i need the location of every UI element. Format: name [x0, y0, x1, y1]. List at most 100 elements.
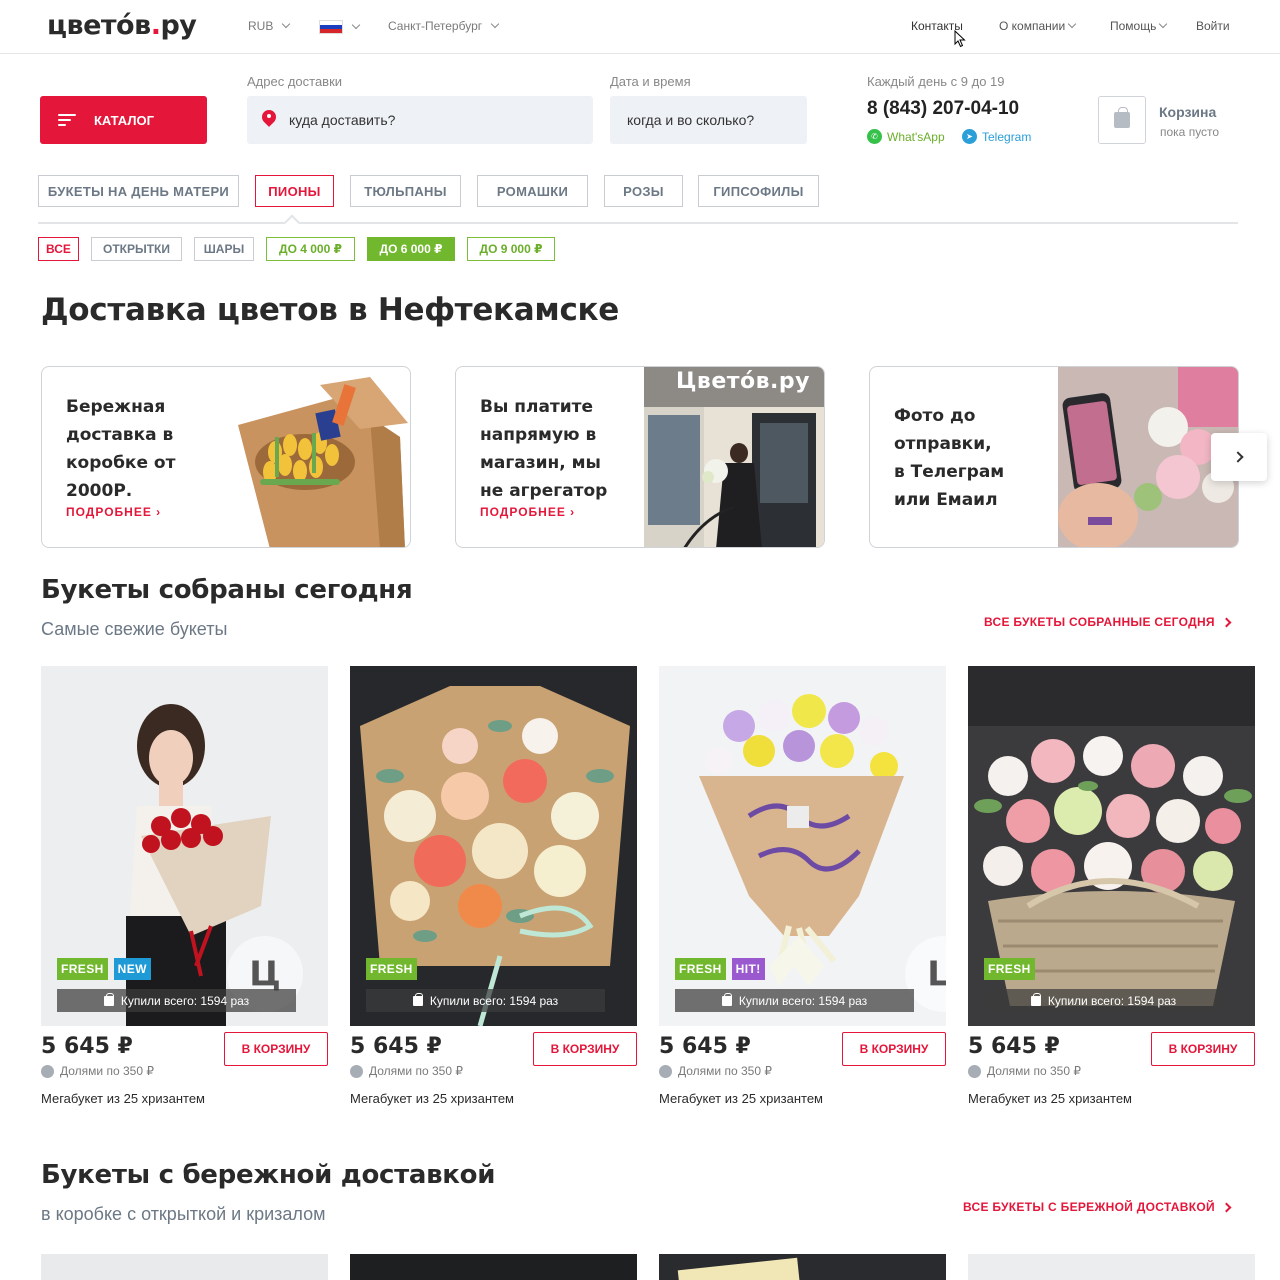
product-card: Ц FRESH HIT! Купили всего: 1594 раз 5 64… [659, 666, 946, 1106]
product-card: FRESH Купили всего: 1594 раз 5 645 ₽ Дол… [968, 666, 1255, 1106]
product-name[interactable]: Мегабукет из 25 хризантем [350, 1091, 514, 1106]
product-price: 5 645 ₽ [41, 1034, 133, 1059]
hit-badge: HIT! [731, 958, 765, 980]
city-label: Санкт-Петербург [388, 19, 483, 33]
carousel-next-button[interactable] [1211, 433, 1267, 481]
more-link[interactable]: ПОДРОБНЕЕ › [480, 505, 575, 519]
add-to-cart-button[interactable]: В КОРЗИНУ [842, 1032, 946, 1066]
product-name[interactable]: Мегабукет из 25 хризантем [968, 1091, 1132, 1106]
product-image[interactable]: Ц FRESH HIT! Купили всего: 1594 раз [659, 666, 946, 1026]
currency-label: RUB [248, 19, 274, 33]
nav-about[interactable]: О компании [999, 19, 1077, 33]
info-card-box-delivery[interactable]: Бережная доставка в коробке от 2000Р. ПОДРО… [41, 366, 411, 548]
all-careful-link[interactable]: ВСЕ БУКЕТЫ С БЕРЕЖНОЙ ДОСТАВКОЙ [963, 1200, 1232, 1214]
filter-under-9000[interactable]: ДО 9 000 ₽ [467, 237, 555, 261]
address-input[interactable]: куда доставить? [247, 96, 593, 144]
add-to-cart-button[interactable]: В КОРЗИНУ [533, 1032, 637, 1066]
chevron-down-icon [1067, 19, 1077, 29]
product-name[interactable]: Мегабукет из 25 хризантем [659, 1091, 823, 1106]
product-price: 5 645 ₽ [968, 1034, 1060, 1059]
purchase-count: Купили всего: 1594 раз [984, 989, 1223, 1012]
catalog-label: КАТАЛОГ [94, 112, 154, 128]
currency-selector[interactable]: RUB [248, 19, 291, 33]
login-link[interactable]: Войти [1196, 19, 1230, 33]
tab-chamomiles[interactable]: РОМАШКИ [477, 175, 588, 207]
installment-icon [968, 1064, 981, 1078]
datetime-input[interactable]: когда и во сколько? [610, 96, 807, 144]
top-bar: цвето́в.ру RUB Санкт-Петербург Контакты … [0, 0, 1280, 54]
phone-number[interactable]: 8 (843) 207-04-10 [867, 98, 1019, 120]
shopping-bag-icon [412, 992, 423, 1006]
tab-peonies[interactable]: ПИОНЫ [255, 175, 334, 207]
filter-under-4000[interactable]: ДО 4 000 ₽ [266, 237, 355, 261]
catalog-button[interactable]: КАТАЛОГ [40, 96, 207, 144]
tab-roses[interactable]: РОЗЫ [604, 175, 683, 207]
mouse-cursor-icon [954, 30, 966, 48]
nav-help[interactable]: Помощь [1110, 19, 1168, 33]
filter-under-6000[interactable]: ДО 6 000 ₽ [367, 237, 455, 261]
chevron-down-icon [490, 19, 500, 29]
cart-status: пока пусто [1160, 125, 1220, 139]
product-image[interactable]: FRESH Купили всего: 1594 раз [350, 666, 637, 1026]
working-hours: Каждый день с 9 до 19 [867, 74, 1005, 89]
cart-title[interactable]: Корзина [1159, 104, 1216, 120]
product-image-partial[interactable] [41, 1254, 328, 1280]
site-logo[interactable]: цвето́в.ру [47, 10, 197, 41]
tab-gypsophila[interactable]: ГИПСОФИЛЫ [698, 175, 819, 207]
info-card-direct-payment[interactable]: Вы платите напрямую в магазин, мы не агрега… [455, 366, 825, 548]
installment-icon [41, 1064, 54, 1078]
filter-all[interactable]: ВСЕ [38, 237, 79, 261]
tab-mothers-day[interactable]: БУКЕТЫ НА ДЕНЬ МАТЕРИ [38, 175, 239, 207]
tab-tulips[interactable]: ТЮЛЬПАНЫ [350, 175, 461, 207]
installment-info: Долями по 350 ₽ [659, 1064, 772, 1078]
whatsapp-link[interactable]: ✆ What'sApp [867, 129, 945, 144]
product-price: 5 645 ₽ [350, 1034, 442, 1059]
badges: FRESH [366, 958, 417, 980]
add-to-cart-button[interactable]: В КОРЗИНУ [224, 1032, 328, 1066]
city-selector[interactable]: Санкт-Петербург [388, 19, 500, 33]
chevron-down-icon [1159, 19, 1168, 29]
badges: FRESH HIT! [675, 958, 765, 980]
product-image[interactable]: Ц FRESH NEW Купили всего: 1594 раз [41, 666, 328, 1026]
badges: FRESH [984, 958, 1035, 980]
installment-info: Долями по 350 ₽ [968, 1064, 1081, 1078]
badges: FRESH NEW [57, 958, 151, 980]
more-link[interactable]: ПОДРОБНЕЕ › [66, 505, 161, 519]
product-name[interactable]: Мегабукет из 25 хризантем [41, 1091, 205, 1106]
installment-info: Долями по 350 ₽ [350, 1064, 463, 1078]
purchase-count: Купили всего: 1594 раз [675, 989, 914, 1012]
nav-help-label: Помощь [1110, 19, 1157, 33]
add-to-cart-button[interactable]: В КОРЗИНУ [1151, 1032, 1255, 1066]
info-card-photo-before-send[interactable]: Фото до отправки, в Телеграм или Емаил [869, 366, 1239, 548]
chevron-right-icon [1231, 451, 1244, 463]
datetime-placeholder: когда и во сколько? [627, 112, 755, 128]
product-image-partial[interactable] [350, 1254, 637, 1280]
flower-box-image [238, 377, 408, 547]
telegram-link[interactable]: ➤ Telegram [962, 129, 1031, 144]
fresh-badge: FRESH [366, 958, 417, 980]
product-image[interactable]: FRESH Купили всего: 1594 раз [968, 666, 1255, 1026]
all-today-link[interactable]: ВСЕ БУКЕТЫ СОБРАННЫЕ СЕГОДНЯ [984, 615, 1232, 629]
chevron-down-icon [282, 19, 291, 29]
product-image-partial[interactable] [659, 1254, 946, 1280]
location-pin-icon [261, 110, 277, 130]
fresh-badge: FRESH [984, 958, 1035, 980]
whatsapp-icon: ✆ [867, 129, 882, 144]
menu-icon [58, 113, 76, 127]
whatsapp-label: What'sApp [887, 129, 945, 144]
shopping-bag-icon [721, 992, 732, 1006]
purchase-count: Купили всего: 1594 раз [57, 989, 296, 1012]
filter-balloons[interactable]: ШАРЫ [194, 237, 254, 261]
shop-front-image [644, 367, 824, 547]
info-card-text: Бережная доставка в коробке от 2000Р. [66, 397, 176, 501]
telegram-icon: ➤ [962, 129, 977, 144]
datetime-label: Дата и время [610, 74, 691, 89]
installment-icon [659, 1064, 672, 1078]
section-title-today: Букеты собраны сегодня [41, 575, 413, 605]
chevron-right-icon [1221, 617, 1232, 627]
cart-button[interactable] [1098, 96, 1146, 144]
filter-cards[interactable]: ОТКРЫТКИ [91, 237, 182, 261]
russia-flag-icon [319, 20, 343, 34]
product-image-partial[interactable] [968, 1254, 1255, 1280]
country-selector[interactable] [319, 20, 361, 34]
